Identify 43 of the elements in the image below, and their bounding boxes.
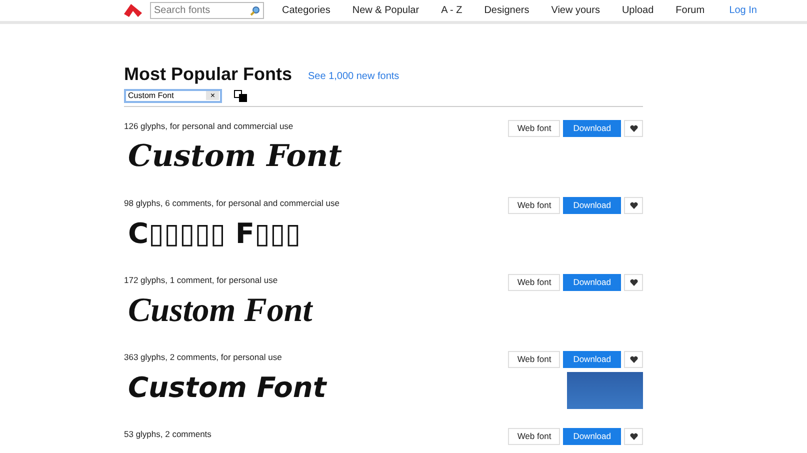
font-preview[interactable]: Custom Font <box>128 136 342 177</box>
font-info: 126 glyphs, for personal and commercial use <box>124 120 294 132</box>
web-font-button[interactable]: Web font <box>508 428 560 445</box>
color-swap-icon[interactable] <box>234 90 247 102</box>
font-preview[interactable]: Custom Font <box>128 290 312 331</box>
heart-icon <box>630 124 638 132</box>
page-title: Most Popular Fonts <box>124 64 292 86</box>
download-button[interactable]: Download <box>563 428 621 445</box>
download-button[interactable]: Download <box>563 274 621 291</box>
download-button[interactable]: Download <box>563 350 621 368</box>
heart-icon <box>630 432 638 440</box>
heart-icon <box>630 356 638 363</box>
heart-icon <box>630 278 638 286</box>
favorite-button[interactable] <box>624 120 643 137</box>
font-info: 53 glyphs, 2 comments <box>124 428 212 440</box>
new-fonts-link[interactable]: See 1,000 new fonts <box>308 68 400 84</box>
favorite-button[interactable] <box>624 274 643 291</box>
nav-link[interactable]: View yours <box>551 3 600 18</box>
search-icon[interactable] <box>250 6 260 16</box>
web-font-button[interactable]: Web font <box>508 196 560 214</box>
font-preview[interactable]: Custom Font <box>128 368 326 408</box>
nav-link[interactable]: A - Z <box>441 3 462 18</box>
download-button[interactable]: Download <box>563 120 621 137</box>
nav-link[interactable]: Upload <box>622 3 654 18</box>
font-preview[interactable]: C▯▯▯▯▯ F▯▯▯ <box>128 214 301 254</box>
nav-link[interactable]: Forum <box>676 3 705 18</box>
font-info: 98 glyphs, 6 comments, for personal and commercial use <box>124 196 340 210</box>
nav-link[interactable]: Designers <box>484 3 530 18</box>
nav-link[interactable]: New & Popular <box>352 3 420 18</box>
login-link[interactable]: Log In <box>729 3 757 18</box>
web-font-button[interactable]: Web font <box>508 120 560 137</box>
search-field[interactable]: Search fonts <box>150 2 264 19</box>
font-info: 363 glyphs, 2 comments, for personal use <box>124 350 282 364</box>
favorite-button[interactable] <box>624 350 643 368</box>
favorite-button[interactable] <box>624 428 643 445</box>
heart-icon <box>630 202 638 209</box>
logo-icon[interactable] <box>124 4 142 18</box>
download-button[interactable]: Download <box>563 196 621 214</box>
favorite-button[interactable] <box>624 196 643 214</box>
nav-link[interactable]: Categories <box>282 3 330 18</box>
web-font-button[interactable]: Web font <box>508 350 560 368</box>
web-font-button[interactable]: Web font <box>508 274 560 291</box>
font-info: 172 glyphs, 1 comment, for personal use <box>124 274 278 286</box>
